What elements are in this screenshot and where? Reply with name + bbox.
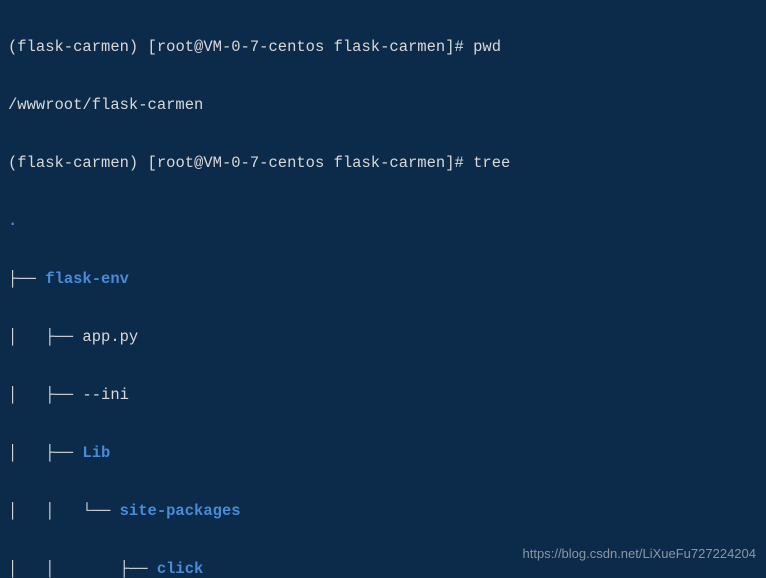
watermark-text: https://blog.csdn.net/LiXueFu727224204 <box>523 539 756 568</box>
tree-root-dot: . <box>8 207 758 236</box>
command-pwd: pwd <box>473 38 501 56</box>
dir-flask-env: flask-env <box>45 270 129 288</box>
user-host-path: [root@VM-0-7-centos flask-carmen]# <box>148 154 464 172</box>
dir-click: click <box>157 560 204 578</box>
terminal[interactable]: (flask-carmen) [root@VM-0-7-centos flask… <box>0 0 766 578</box>
prompt-line-2: (flask-carmen) [root@VM-0-7-centos flask… <box>8 149 758 178</box>
tree-row: │ ├── app.py <box>8 323 758 352</box>
venv-prefix: (flask-carmen) <box>8 38 138 56</box>
command-tree: tree <box>473 154 510 172</box>
tree-row: │ │ └── site-packages <box>8 497 758 526</box>
tree-row: │ ├── --ini <box>8 381 758 410</box>
tree-row: ├── flask-env <box>8 265 758 294</box>
venv-prefix: (flask-carmen) <box>8 154 138 172</box>
prompt-line-1: (flask-carmen) [root@VM-0-7-centos flask… <box>8 33 758 62</box>
user-host-path: [root@VM-0-7-centos flask-carmen]# <box>148 38 464 56</box>
pwd-output: /wwwroot/flask-carmen <box>8 91 758 120</box>
dir-site-packages: site-packages <box>120 502 241 520</box>
dir-lib: Lib <box>82 444 110 462</box>
file-app-py: app.py <box>82 328 138 346</box>
tree-row: │ ├── Lib <box>8 439 758 468</box>
file-ini: --ini <box>82 386 129 404</box>
